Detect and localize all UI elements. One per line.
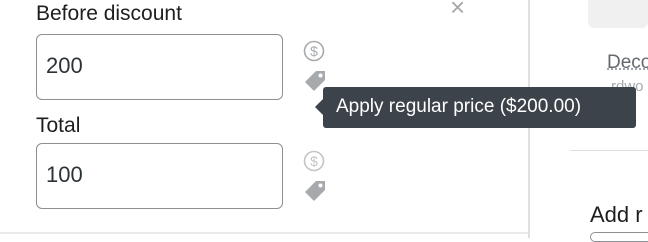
before-discount-input[interactable]: 200	[36, 34, 283, 100]
apply-regular-price-tooltip: Apply regular price ($200.00)	[323, 87, 636, 128]
total-input[interactable]: 100	[36, 143, 283, 209]
sidebar-link[interactable]: Deco	[607, 52, 648, 74]
sidebar-add-label: Add r	[590, 202, 643, 227]
price-tag-icon[interactable]	[302, 178, 328, 204]
tooltip-arrow	[315, 99, 323, 115]
total-label: Total	[36, 114, 81, 137]
panel-bottom-border	[0, 232, 528, 234]
before-discount-value: 200	[46, 53, 83, 78]
sidebar-add-input[interactable]	[590, 232, 648, 242]
sidebar-card	[588, 0, 648, 28]
sidebar-separator	[570, 150, 648, 151]
close-icon[interactable]: ×	[450, 0, 465, 20]
svg-text:$: $	[310, 43, 318, 59]
before-discount-label: Before discount	[36, 2, 182, 25]
dollar-circle-icon[interactable]: $	[303, 150, 325, 172]
dollar-circle-icon[interactable]: $	[303, 40, 325, 62]
tooltip-text: Apply regular price ($200.00)	[336, 96, 582, 117]
svg-text:$: $	[310, 153, 318, 169]
total-value: 100	[46, 162, 83, 187]
